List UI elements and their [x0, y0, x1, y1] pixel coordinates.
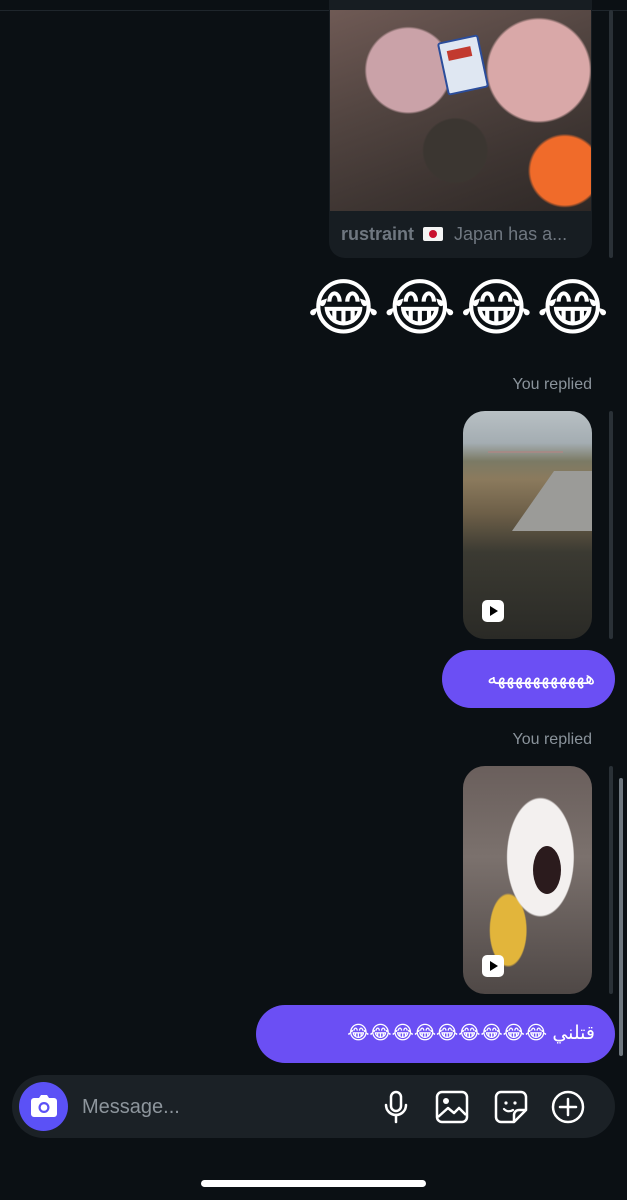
shared-post-caption: rustraint Japan has a...: [341, 224, 567, 245]
microphone-icon[interactable]: [378, 1089, 414, 1125]
shared-post-text: Japan has a...: [454, 224, 568, 244]
message-input[interactable]: [82, 1091, 362, 1123]
message-bubble[interactable]: قتلني 😂😂😂😂😂😂😂😂😂: [256, 1005, 615, 1063]
sticker-icon[interactable]: [493, 1089, 529, 1125]
fence-detail: [488, 451, 563, 471]
play-icon: [482, 600, 504, 622]
gallery-icon[interactable]: [434, 1089, 470, 1125]
cat-mouth-detail: [533, 846, 561, 894]
message-composer: [12, 1075, 615, 1138]
replied-video-thumbnail[interactable]: [463, 766, 592, 994]
reply-scroll-indicator: [609, 411, 613, 639]
play-icon: [482, 955, 504, 977]
replied-label: You replied: [512, 376, 592, 393]
plus-icon[interactable]: [550, 1089, 586, 1125]
replied-label: You replied: [512, 731, 592, 748]
camera-button[interactable]: [19, 1082, 68, 1131]
replied-video-thumbnail[interactable]: [463, 411, 592, 639]
road-detail: [511, 471, 592, 531]
home-indicator[interactable]: [201, 1180, 426, 1187]
message-bubble[interactable]: هههههههههههه: [442, 650, 615, 708]
shared-post-image: [330, 10, 591, 211]
emoji-message[interactable]: 😂😂😂😂: [307, 278, 613, 340]
chat-scrollbar[interactable]: [619, 778, 623, 1056]
snack-package-image-detail: [436, 34, 490, 96]
media-scroll-indicator: [609, 10, 613, 258]
japan-flag-icon: [423, 227, 444, 241]
reply-scroll-indicator: [609, 766, 613, 994]
camera-icon: [31, 1095, 57, 1117]
shared-post-username: rustraint: [341, 224, 415, 244]
shared-post-card[interactable]: rustraint Japan has a...: [329, 0, 592, 258]
